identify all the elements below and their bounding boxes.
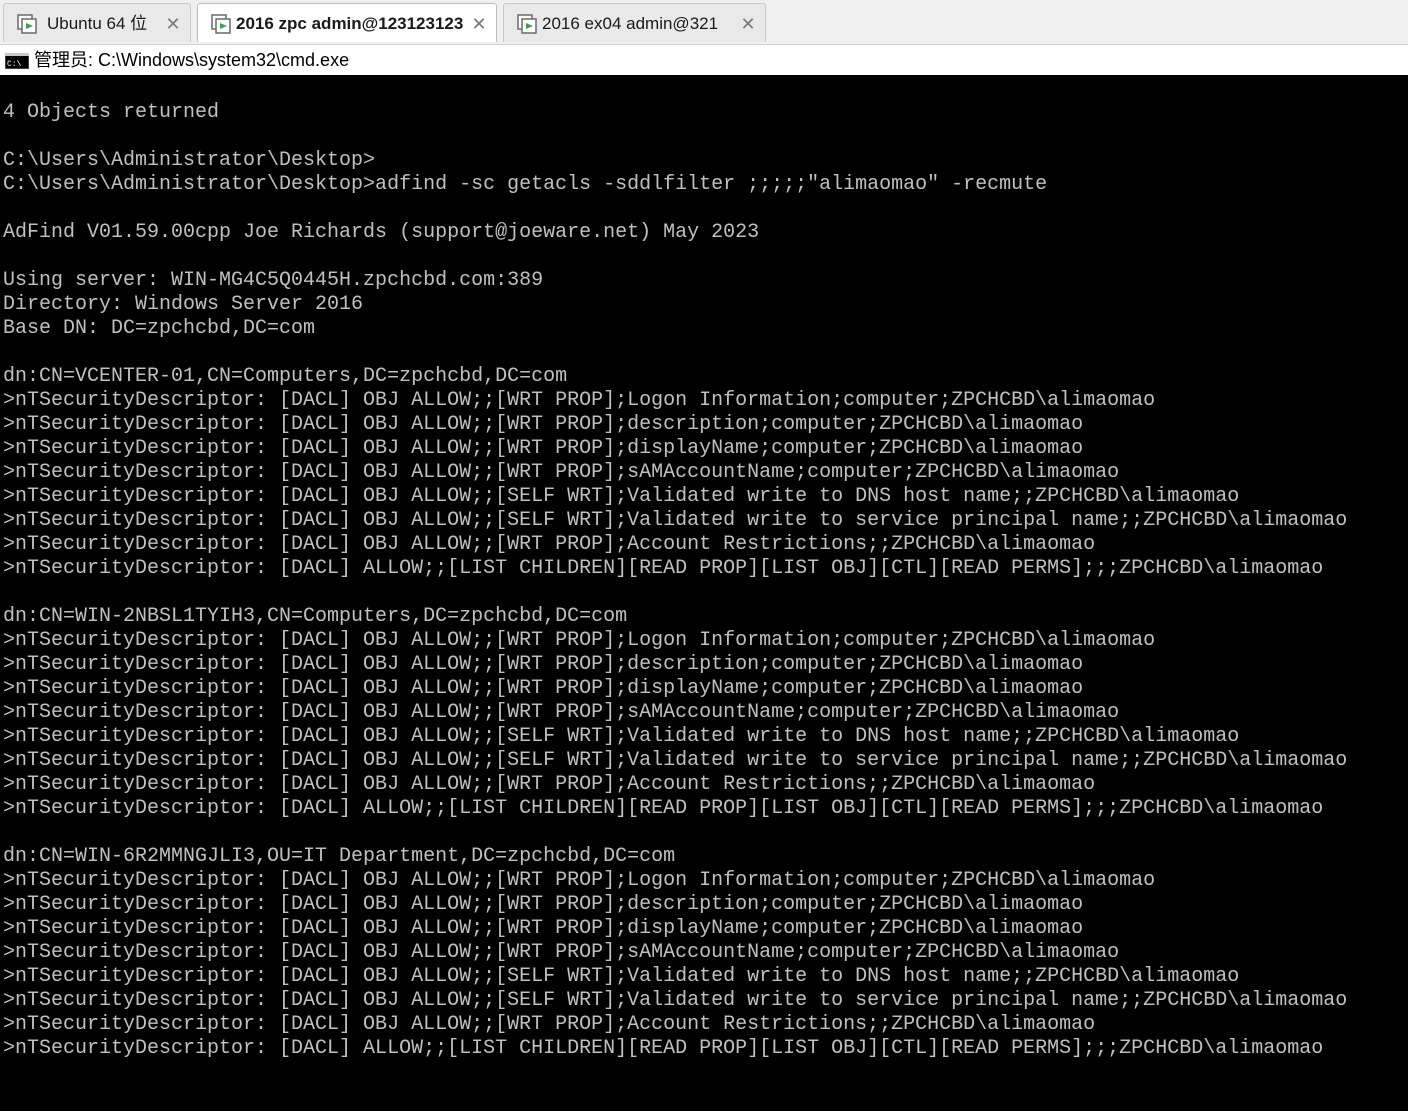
console-line: >nTSecurityDescriptor: [DACL] OBJ ALLOW;… xyxy=(3,461,1120,484)
command-line: C:\Users\Administrator\Desktop>adfind -s… xyxy=(3,173,1048,196)
console-line: >nTSecurityDescriptor: [DACL] OBJ ALLOW;… xyxy=(3,653,1084,676)
console-line: >nTSecurityDescriptor: [DACL] OBJ ALLOW;… xyxy=(3,629,1156,652)
console-line: >nTSecurityDescriptor: [DACL] OBJ ALLOW;… xyxy=(3,533,1096,556)
console-line: >nTSecurityDescriptor: [DACL] ALLOW;;[LI… xyxy=(3,1037,1324,1060)
console-line: >nTSecurityDescriptor: [DACL] OBJ ALLOW;… xyxy=(3,485,1240,508)
console-line: >nTSecurityDescriptor: [DACL] OBJ ALLOW;… xyxy=(3,749,1348,772)
console-line: >nTSecurityDescriptor: [DACL] OBJ ALLOW;… xyxy=(3,389,1156,412)
cmd-icon: C:\ xyxy=(5,53,29,69)
close-icon[interactable]: ✕ xyxy=(738,13,758,35)
console-line: >nTSecurityDescriptor: [DACL] OBJ ALLOW;… xyxy=(3,677,1084,700)
console-line: >nTSecurityDescriptor: [DACL] OBJ ALLOW;… xyxy=(3,413,1084,436)
console-line: >nTSecurityDescriptor: [DACL] OBJ ALLOW;… xyxy=(3,773,1096,796)
vm-machine-icon xyxy=(17,14,37,34)
tab-label: 2016 zpc admin@123123123 xyxy=(236,14,464,33)
window-title: 管理员: C:\Windows\system32\cmd.exe xyxy=(34,50,350,70)
close-icon[interactable]: ✕ xyxy=(469,13,489,35)
console-line: AdFind V01.59.00cpp Joe Richards (suppor… xyxy=(3,221,760,244)
console-output[interactable]: 4 Objects returned C:\Users\Administrato… xyxy=(0,75,1408,1111)
vm-machine-icon xyxy=(517,14,537,34)
console-line: dn:CN=WIN-6R2MMNGJLI3,OU=IT Department,D… xyxy=(3,845,676,868)
tab-2016-ex04[interactable]: 2016 ex04 admin@321 ✕ xyxy=(503,3,766,42)
console-line: >nTSecurityDescriptor: [DACL] OBJ ALLOW;… xyxy=(3,965,1240,988)
console-line: >nTSecurityDescriptor: [DACL] OBJ ALLOW;… xyxy=(3,701,1120,724)
console-line: Using server: WIN-MG4C5Q0445H.zpchcbd.co… xyxy=(3,269,544,292)
console-line: >nTSecurityDescriptor: [DACL] OBJ ALLOW;… xyxy=(3,989,1348,1012)
vm-tab-bar: Ubuntu 64 位 ✕ 2016 zpc admin@123123123 ✕… xyxy=(0,0,1408,45)
tab-label: Ubuntu 64 位 xyxy=(47,14,148,33)
console-line: C:\Users\Administrator\Desktop> xyxy=(3,149,376,172)
console-line: >nTSecurityDescriptor: [DACL] OBJ ALLOW;… xyxy=(3,1013,1096,1036)
window-title-bar[interactable]: C:\ 管理员: C:\Windows\system32\cmd.exe xyxy=(0,45,1408,75)
console-line: Base DN: DC=zpchcbd,DC=com xyxy=(3,317,316,340)
console-line: >nTSecurityDescriptor: [DACL] OBJ ALLOW;… xyxy=(3,893,1084,916)
console-line: >nTSecurityDescriptor: [DACL] ALLOW;;[LI… xyxy=(3,797,1324,820)
console-line: dn:CN=WIN-2NBSL1TYIH3,CN=Computers,DC=zp… xyxy=(3,605,628,628)
console-line: >nTSecurityDescriptor: [DACL] OBJ ALLOW;… xyxy=(3,917,1084,940)
close-icon[interactable]: ✕ xyxy=(163,13,183,35)
console-line: >nTSecurityDescriptor: [DACL] ALLOW;;[LI… xyxy=(3,557,1324,580)
console-line: >nTSecurityDescriptor: [DACL] OBJ ALLOW;… xyxy=(3,437,1084,460)
console-line: >nTSecurityDescriptor: [DACL] OBJ ALLOW;… xyxy=(3,725,1240,748)
tab-2016-zpc[interactable]: 2016 zpc admin@123123123 ✕ xyxy=(197,3,497,42)
vm-machine-icon xyxy=(211,14,231,34)
console-line: dn:CN=VCENTER-01,CN=Computers,DC=zpchcbd… xyxy=(3,365,568,388)
tab-label: 2016 ex04 admin@321 xyxy=(542,14,719,33)
console-line: >nTSecurityDescriptor: [DACL] OBJ ALLOW;… xyxy=(3,869,1156,892)
svg-text:C:\: C:\ xyxy=(7,60,22,69)
console-line: >nTSecurityDescriptor: [DACL] OBJ ALLOW;… xyxy=(3,509,1348,532)
tab-ubuntu-64[interactable]: Ubuntu 64 位 ✕ xyxy=(3,3,191,42)
console-line: 4 Objects returned xyxy=(3,101,220,124)
console-line: >nTSecurityDescriptor: [DACL] OBJ ALLOW;… xyxy=(3,941,1120,964)
console-line: Directory: Windows Server 2016 xyxy=(3,293,364,316)
